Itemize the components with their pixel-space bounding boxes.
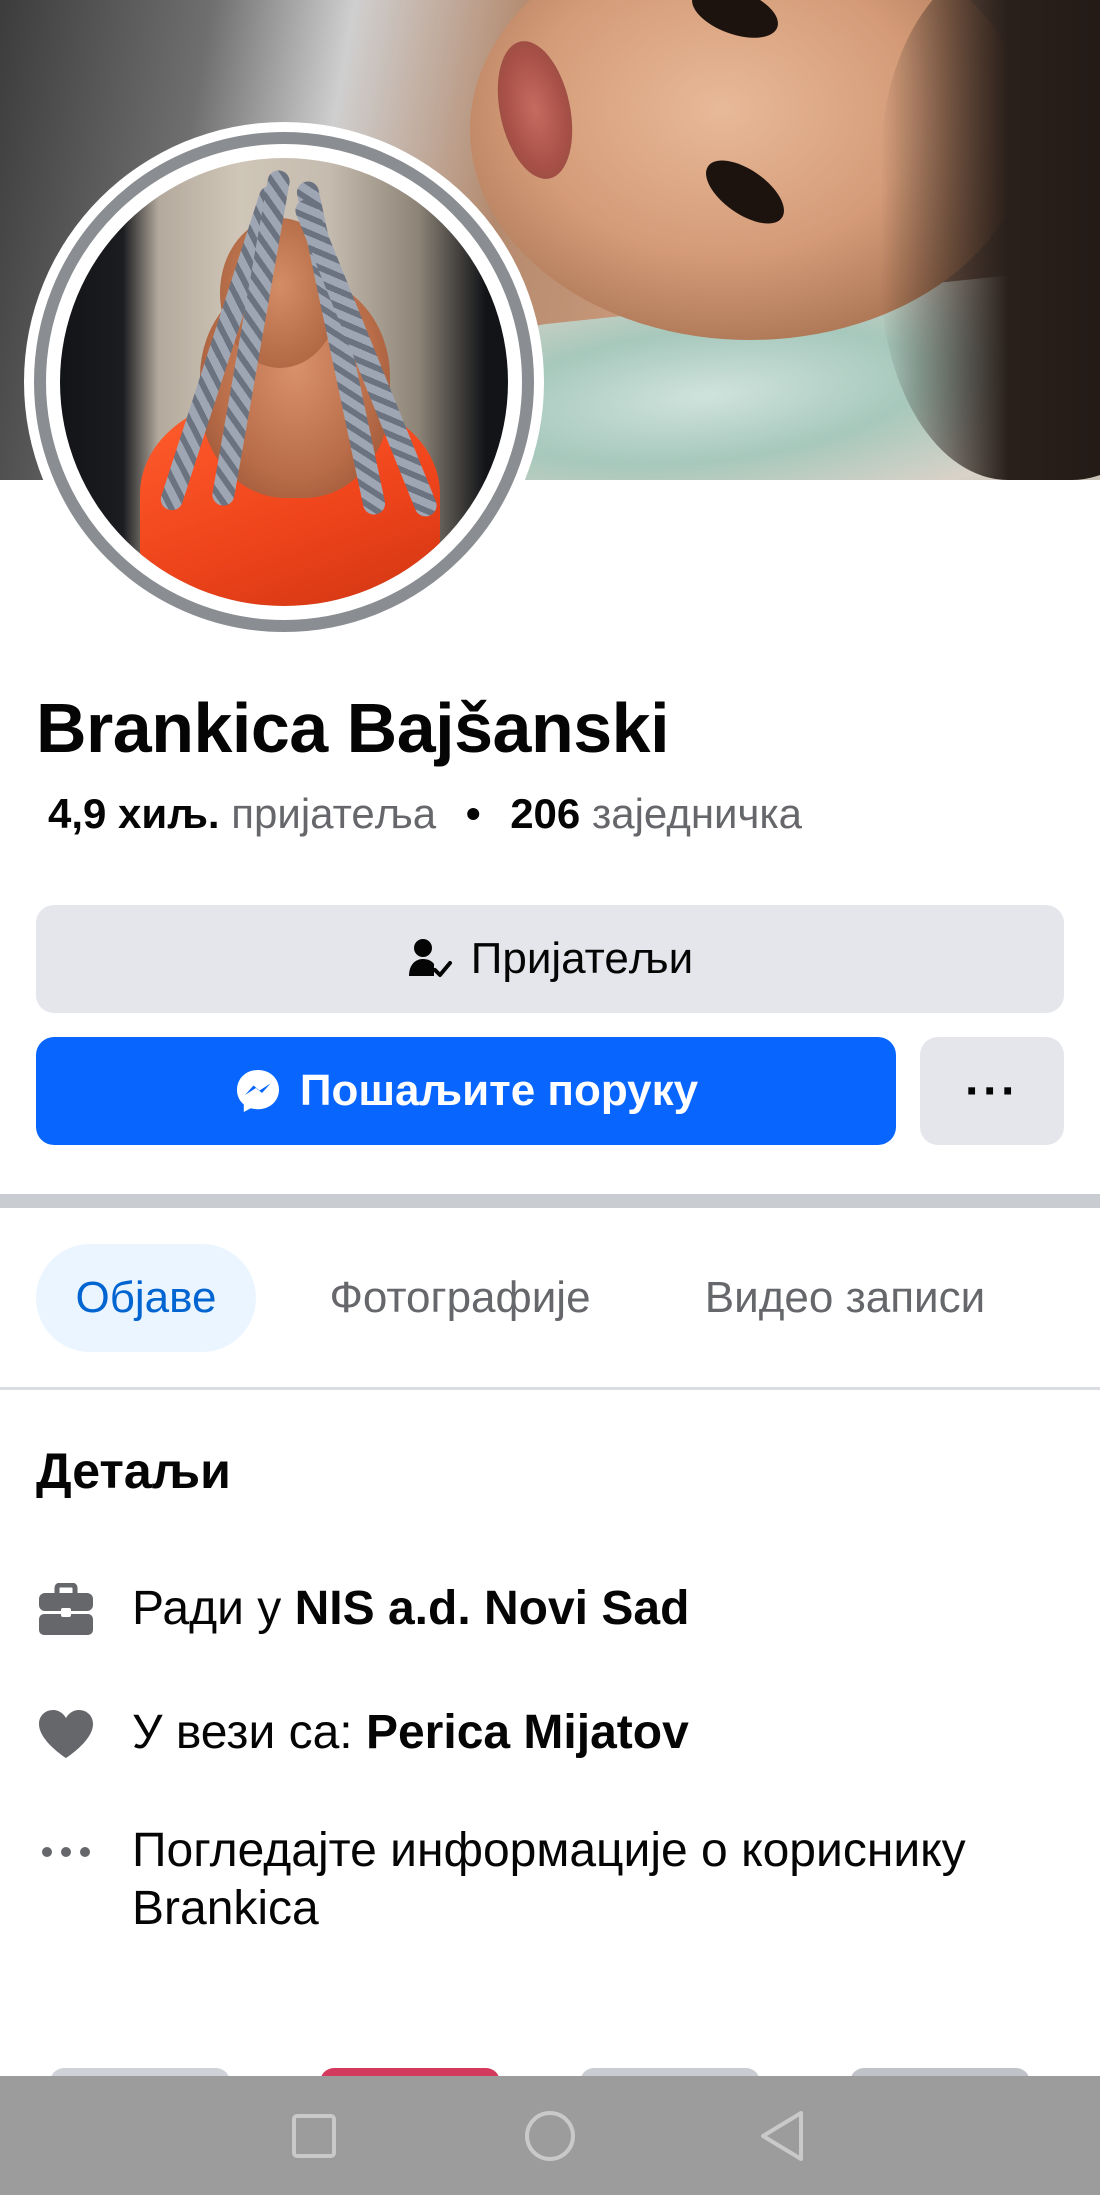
system-nav-bar: [0, 2076, 1100, 2195]
friends-button[interactable]: Пријатељи: [36, 905, 1064, 1013]
stats-separator: •: [465, 790, 481, 837]
tab-videos[interactable]: Видео записи: [680, 1244, 1010, 1352]
friends-label: пријатеља: [231, 790, 437, 837]
heart-icon: [36, 1704, 96, 1764]
back-button[interactable]: [722, 2076, 842, 2195]
more-dots-icon: [36, 1822, 96, 1882]
friends-button-label: Пријатељи: [470, 934, 694, 983]
triangle-back-icon: [761, 2110, 803, 2161]
profile-name: Brankica Bajšanski: [36, 689, 670, 767]
relationship-partner[interactable]: Perica Mijatov: [366, 1706, 689, 1759]
cover-hair: [880, 0, 1100, 480]
section-divider: [0, 1194, 1100, 1208]
mutual-count: 206: [510, 790, 581, 837]
tab-posts[interactable]: Објаве: [36, 1244, 256, 1352]
more-options-button[interactable]: ···: [920, 1037, 1064, 1145]
tabs-divider: [0, 1387, 1100, 1390]
recent-apps-button[interactable]: [254, 2076, 374, 2195]
detail-see-info[interactable]: Погледајте информације о кориснику Brank…: [36, 1822, 1076, 1938]
details-heading: Детаљи: [36, 1443, 231, 1499]
circle-icon: [525, 2110, 575, 2161]
see-info-text: Погледајте информације о кориснику Brank…: [132, 1824, 966, 1935]
detail-work[interactable]: Ради у NIS a.d. Novi Sad: [36, 1580, 1076, 1640]
work-place[interactable]: NIS a.d. Novi Sad: [295, 1582, 690, 1635]
person-check-icon: [407, 936, 453, 982]
home-button[interactable]: [490, 2076, 610, 2195]
friends-count: 4,9 хиљ.: [48, 790, 220, 837]
square-icon: [292, 2113, 336, 2158]
relationship-prefix: У вези са:: [132, 1706, 353, 1759]
briefcase-icon: [36, 1580, 96, 1640]
avatar-photo: [60, 158, 508, 606]
messenger-icon: [234, 1067, 282, 1115]
send-message-button[interactable]: Пошаљите поруку: [36, 1037, 896, 1145]
profile-stats[interactable]: 4,9 хиљ. пријатеља • 206 заједничка: [48, 790, 802, 838]
tab-photos[interactable]: Фотографије: [300, 1244, 620, 1352]
work-prefix: Ради у: [132, 1582, 282, 1635]
send-message-label: Пошаљите поруку: [299, 1066, 699, 1115]
detail-relationship[interactable]: У вези са: Perica Mijatov: [36, 1704, 1076, 1764]
more-dots-icon: ···: [965, 1064, 1019, 1118]
mutual-label: заједничка: [591, 790, 803, 837]
profile-avatar[interactable]: [24, 122, 544, 642]
